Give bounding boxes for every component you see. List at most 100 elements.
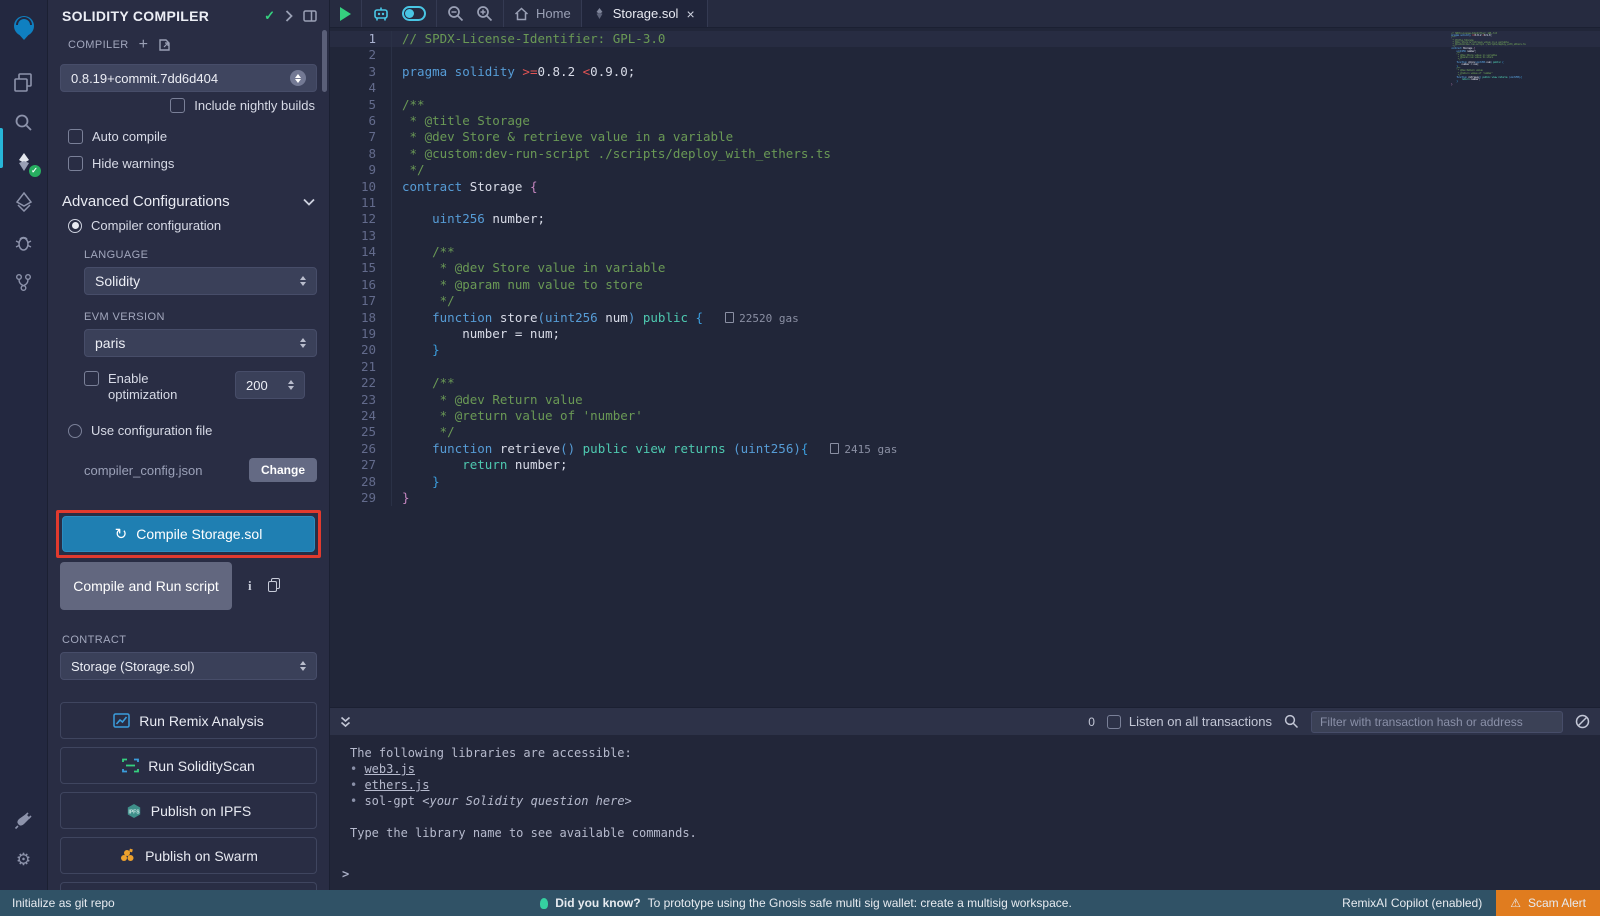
line-number[interactable]: 10 xyxy=(330,179,392,195)
info-icon[interactable]: i xyxy=(248,578,252,594)
compiler-version-select[interactable]: 0.8.19+commit.7dd6d404 xyxy=(60,64,317,92)
hide-warnings-checkbox[interactable] xyxy=(68,156,83,171)
settings-gear-icon[interactable]: ⚙ xyxy=(0,840,48,880)
code-text: /** xyxy=(392,97,425,113)
action-button-run-remix-analysis[interactable]: Run Remix Analysis xyxy=(60,702,317,739)
compiler-label: COMPILER xyxy=(68,39,129,51)
pin-panel-icon[interactable] xyxy=(303,10,317,22)
line-number[interactable]: 3 xyxy=(330,64,392,80)
listen-all-transactions-checkbox[interactable] xyxy=(1107,715,1121,729)
chevron-right-icon[interactable] xyxy=(285,10,293,22)
code-text: * @param num value to store xyxy=(392,277,643,293)
enable-optimization-checkbox[interactable] xyxy=(84,371,99,386)
terminal-line: Type the library name to see available c… xyxy=(336,825,1600,841)
code-line: 19 number = num; xyxy=(330,326,1600,342)
change-config-button[interactable]: Change xyxy=(249,458,317,482)
line-number[interactable]: 8 xyxy=(330,146,392,162)
contract-select[interactable]: Storage (Storage.sol) xyxy=(60,652,317,680)
terminal-library-link[interactable]: web3.js xyxy=(364,762,415,776)
compiler-configuration-radio[interactable] xyxy=(68,219,82,233)
optimization-runs-input[interactable]: 200 xyxy=(235,371,305,399)
line-number[interactable]: 16 xyxy=(330,277,392,293)
line-number[interactable]: 11 xyxy=(330,195,392,211)
close-tab-icon[interactable]: × xyxy=(686,6,694,22)
add-compiler-icon[interactable]: + xyxy=(139,36,148,54)
terminal-prompt[interactable]: > xyxy=(342,866,349,882)
copilot-toggle[interactable] xyxy=(402,6,426,21)
code-line: 4 xyxy=(330,80,1600,96)
deploy-run-icon[interactable] xyxy=(0,182,48,222)
advanced-configurations-toggle[interactable]: Advanced Configurations xyxy=(48,177,329,216)
language-select[interactable]: Solidity xyxy=(84,267,317,295)
search-icon[interactable] xyxy=(0,102,48,142)
include-nightly-checkbox[interactable] xyxy=(170,98,185,113)
scam-alert-badge[interactable]: ⚠ Scam Alert xyxy=(1496,890,1600,916)
line-number[interactable]: 15 xyxy=(330,260,392,276)
debugger-icon[interactable] xyxy=(0,222,48,262)
code-text: * @custom:dev-run-script ./scripts/deplo… xyxy=(392,146,831,162)
code-editor[interactable]: 1// SPDX-License-Identifier: GPL-3.023pr… xyxy=(330,28,1600,707)
line-number[interactable]: 24 xyxy=(330,408,392,424)
svg-text:IPFS: IPFS xyxy=(128,809,140,815)
line-number[interactable]: 21 xyxy=(330,359,392,375)
plug-icon[interactable] xyxy=(0,800,48,840)
evm-version-select[interactable]: paris xyxy=(84,329,317,357)
collapse-terminal-icon[interactable] xyxy=(340,716,351,728)
line-number[interactable]: 25 xyxy=(330,424,392,440)
use-configuration-file-radio[interactable] xyxy=(68,424,82,438)
editor-minimap[interactable]: // SPDX-License-Identifier: GPL-3.0pragm… xyxy=(1448,30,1532,87)
line-number[interactable]: 13 xyxy=(330,228,392,244)
transaction-filter-input[interactable] xyxy=(1311,711,1563,733)
contract-label: CONTRACT xyxy=(48,610,329,650)
line-number[interactable]: 28 xyxy=(330,474,392,490)
line-number[interactable]: 4 xyxy=(330,80,392,96)
line-number[interactable]: 14 xyxy=(330,244,392,260)
line-number[interactable]: 1 xyxy=(330,31,392,47)
line-number[interactable]: 23 xyxy=(330,392,392,408)
copy-icon[interactable] xyxy=(268,581,277,592)
evm-version-label: EVM VERSION xyxy=(48,295,329,327)
open-compiler-file-icon[interactable] xyxy=(158,38,171,52)
line-number[interactable]: 12 xyxy=(330,211,392,227)
code-area[interactable]: 1// SPDX-License-Identifier: GPL-3.023pr… xyxy=(330,28,1600,707)
compile-button[interactable]: ↻ Compile Storage.sol xyxy=(62,516,315,552)
line-number[interactable]: 7 xyxy=(330,129,392,145)
line-number[interactable]: 19 xyxy=(330,326,392,342)
tab-storage-sol[interactable]: Storage.sol × xyxy=(582,0,708,27)
code-line: 15 * @dev Store value in variable xyxy=(330,260,1600,276)
line-number[interactable]: 17 xyxy=(330,293,392,309)
remix-logo[interactable] xyxy=(0,8,48,48)
line-number[interactable]: 9 xyxy=(330,162,392,178)
line-number[interactable]: 18 xyxy=(330,310,392,326)
panel-scrollbar[interactable] xyxy=(322,30,327,92)
run-script-play-button[interactable] xyxy=(340,7,351,21)
action-button-publish-on-ipfs[interactable]: IPFSPublish on IPFS xyxy=(60,792,317,829)
clear-terminal-icon[interactable] xyxy=(1575,714,1590,729)
line-number[interactable]: 20 xyxy=(330,342,392,358)
compile-and-run-button[interactable]: Compile and Run script xyxy=(60,562,232,610)
action-button-publish-on-swarm[interactable]: Publish on Swarm xyxy=(60,837,317,874)
line-number[interactable]: 22 xyxy=(330,375,392,391)
terminal-search-icon[interactable] xyxy=(1284,714,1299,729)
terminal-output[interactable]: The following libraries are accessible:•… xyxy=(330,735,1600,890)
line-number[interactable]: 5 xyxy=(330,97,392,113)
line-number[interactable]: 29 xyxy=(330,490,392,506)
solidity-compiler-icon[interactable]: ✓ xyxy=(0,142,48,182)
auto-compile-label: Auto compile xyxy=(92,129,167,144)
line-number[interactable]: 27 xyxy=(330,457,392,473)
zoom-in-icon[interactable] xyxy=(476,5,493,22)
line-number[interactable]: 2 xyxy=(330,47,392,63)
plugin-connect-icon[interactable] xyxy=(0,262,48,302)
home-tab[interactable]: Home xyxy=(504,0,582,27)
action-button-compilation-details[interactable]: Compilation Details xyxy=(60,882,317,890)
terminal-library-link[interactable]: ethers.js xyxy=(364,778,429,792)
auto-compile-checkbox[interactable] xyxy=(68,129,83,144)
code-text: number = num; xyxy=(392,326,560,342)
zoom-out-icon[interactable] xyxy=(447,5,464,22)
line-number[interactable]: 26 xyxy=(330,441,392,457)
action-button-run-solidityscan[interactable]: Run SolidityScan xyxy=(60,747,317,784)
ai-copilot-robot-icon[interactable] xyxy=(372,6,390,22)
git-init-status[interactable]: Initialize as git repo xyxy=(0,896,540,910)
line-number[interactable]: 6 xyxy=(330,113,392,129)
file-explorer-icon[interactable] xyxy=(0,62,48,102)
